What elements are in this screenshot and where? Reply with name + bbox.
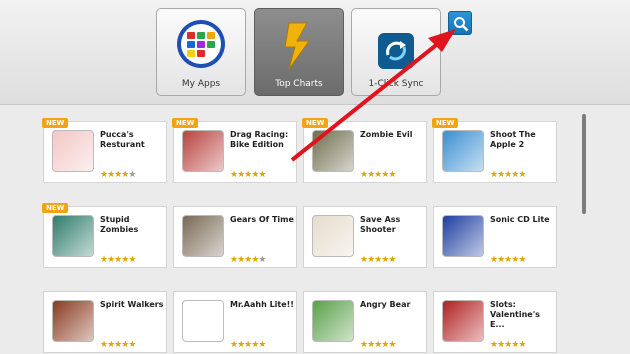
tab-my-apps[interactable]: My Apps: [156, 8, 246, 96]
scrollbar[interactable]: [582, 114, 586, 214]
app-card[interactable]: Spirit Walkers ★★★★★: [43, 291, 167, 353]
app-name: Angry Bear: [360, 300, 411, 309]
sonic-icon: [442, 215, 484, 257]
new-badge: NEW: [42, 203, 69, 213]
tab-label: 1-Click Sync: [368, 79, 424, 89]
slots-icon: [442, 300, 484, 342]
soldier-icon: [312, 130, 354, 172]
app-card[interactable]: Save Ass Shooter ★★★★★: [303, 206, 427, 268]
app-card[interactable]: Sonic CD Lite ★★★★★: [433, 206, 557, 268]
rating-stars: ★★★★★: [360, 255, 396, 265]
app-name: Spirit Walkers: [100, 300, 164, 309]
star-icon: ★: [258, 255, 266, 265]
search-icon: [454, 17, 469, 32]
app-card[interactable]: Slots: Valentine's E... ★★★★★: [433, 291, 557, 353]
tab-top-charts[interactable]: Top Charts: [254, 8, 344, 96]
new-badge: NEW: [172, 118, 199, 128]
grid-apps-icon: [176, 19, 226, 73]
star-icon: ★: [388, 170, 396, 180]
new-badge: NEW: [302, 118, 329, 128]
star-icon: ★: [388, 255, 396, 265]
new-badge: NEW: [432, 118, 459, 128]
new-badge: NEW: [42, 118, 69, 128]
rating-stars: ★★★★★: [100, 170, 136, 180]
star-icon: ★: [128, 170, 136, 180]
app-name: Save Ass Shooter: [360, 215, 401, 234]
star-icon: ★: [258, 170, 266, 180]
rating-stars: ★★★★★: [230, 255, 266, 265]
shooter-icon: [312, 215, 354, 257]
app-card[interactable]: Pucca's Resturant ★★★★★ NEW: [42, 118, 167, 183]
pucca-icon: [52, 130, 94, 172]
apple-target-icon: [442, 130, 484, 172]
app-card[interactable]: Angry Bear ★★★★★: [303, 291, 427, 353]
app-card[interactable]: Drag Racing: Bike Edition ★★★★★ NEW: [172, 118, 297, 183]
rating-stars: ★★★★★: [230, 340, 266, 350]
app-name: Slots: Valentine's E...: [490, 300, 540, 329]
bear-icon: [312, 300, 354, 342]
app-name: Sonic CD Lite: [490, 215, 550, 224]
app-card[interactable]: Mr.Aahh Lite!! ★★★★★: [173, 291, 297, 353]
sync-icon: [376, 31, 416, 75]
app-card[interactable]: Stupid Zombies ★★★★★ NEW: [42, 203, 167, 268]
tree-icon: [52, 300, 94, 342]
app-card[interactable]: Zombie Evil ★★★★★ NEW: [302, 118, 427, 183]
rating-stars: ★★★★★: [490, 255, 526, 265]
gears-icon: [182, 215, 224, 257]
app-name: Stupid Zombies: [100, 215, 139, 234]
rating-stars: ★★★★★: [360, 170, 396, 180]
top-charts-icon: [279, 19, 319, 75]
rating-stars: ★★★★★: [490, 340, 526, 350]
mr-aahh-icon: [182, 300, 224, 342]
rating-stars: ★★★★★: [100, 340, 136, 350]
tab-label: My Apps: [181, 79, 221, 89]
app-card[interactable]: Shoot The Apple 2 ★★★★★ NEW: [432, 118, 557, 183]
star-icon: ★: [258, 340, 266, 350]
star-icon: ★: [518, 255, 526, 265]
app-name: Mr.Aahh Lite!!: [230, 300, 294, 309]
star-icon: ★: [388, 340, 396, 350]
rating-stars: ★★★★★: [360, 340, 396, 350]
bike-icon: [182, 130, 224, 172]
app-card[interactable]: Gears Of Time ★★★★★: [173, 206, 297, 268]
app-name: Gears Of Time: [230, 215, 294, 224]
zombie-icon: [52, 215, 94, 257]
star-icon: ★: [128, 340, 136, 350]
app-name: Shoot The Apple 2: [490, 130, 536, 149]
search-button[interactable]: [448, 11, 472, 35]
tab-label: Top Charts: [275, 79, 323, 89]
star-icon: ★: [518, 170, 526, 180]
app-name: Zombie Evil: [360, 130, 413, 139]
top-navigation-bar: My Apps Top Charts 1-Click Sync: [0, 0, 630, 105]
rating-stars: ★★★★★: [230, 170, 266, 180]
star-icon: ★: [128, 255, 136, 265]
rating-stars: ★★★★★: [100, 255, 136, 265]
star-icon: ★: [518, 340, 526, 350]
app-name: Pucca's Resturant: [100, 130, 145, 149]
rating-stars: ★★★★★: [490, 170, 526, 180]
app-name: Drag Racing: Bike Edition: [230, 130, 289, 149]
tab-1-click-sync[interactable]: 1-Click Sync: [351, 8, 441, 96]
